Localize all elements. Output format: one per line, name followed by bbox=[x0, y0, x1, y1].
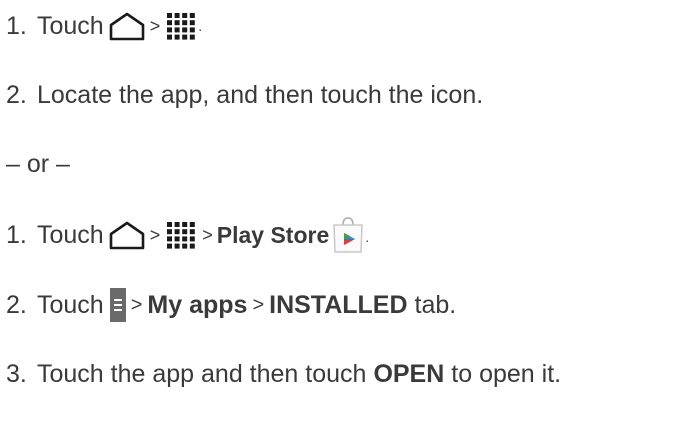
separator: > bbox=[252, 294, 265, 316]
play-store-label: Play Store bbox=[216, 222, 330, 248]
step-a2: 2. Locate the app, and then touch the ic… bbox=[6, 78, 483, 112]
divider-text: – or – bbox=[6, 150, 70, 178]
apps-grid-icon bbox=[164, 11, 198, 41]
or-divider: – or – bbox=[6, 147, 70, 181]
step-a1: 1. Touch > . bbox=[6, 9, 202, 43]
separator: > bbox=[149, 16, 161, 36]
installed-label: INSTALLED bbox=[269, 291, 408, 319]
step-number: 2. bbox=[6, 81, 27, 109]
step-text: Touch the app and then touch bbox=[37, 360, 367, 388]
step-tail: tab. bbox=[414, 291, 457, 319]
step-text: Touch bbox=[37, 291, 104, 319]
step-text: Touch bbox=[37, 221, 104, 249]
separator: > bbox=[149, 225, 161, 245]
play-store-icon bbox=[331, 216, 365, 254]
step-number: 3. bbox=[6, 360, 27, 388]
step-number: 2. bbox=[6, 291, 27, 319]
separator: > bbox=[130, 294, 143, 316]
separator: > bbox=[202, 225, 213, 245]
step-b3: 3. Touch the app and then touch OPEN to … bbox=[6, 357, 561, 391]
step-text: Touch bbox=[37, 12, 104, 40]
step-b1: 1. Touch > > Play Store . bbox=[6, 216, 369, 254]
step-number: 1. bbox=[6, 221, 27, 249]
step-tail: to open it. bbox=[451, 360, 562, 388]
home-icon bbox=[108, 220, 146, 250]
period: . bbox=[198, 18, 203, 34]
my-apps-label: My apps bbox=[147, 291, 248, 319]
step-text: Locate the app, and then touch the icon. bbox=[37, 81, 484, 109]
apps-grid-icon bbox=[164, 220, 198, 250]
step-number: 1. bbox=[6, 12, 27, 40]
open-label: OPEN bbox=[373, 360, 445, 388]
period: . bbox=[365, 229, 370, 245]
home-icon bbox=[108, 11, 146, 41]
step-b2: 2. Touch > My apps > INSTALLED tab. bbox=[6, 288, 456, 322]
menu-icon bbox=[109, 288, 126, 322]
